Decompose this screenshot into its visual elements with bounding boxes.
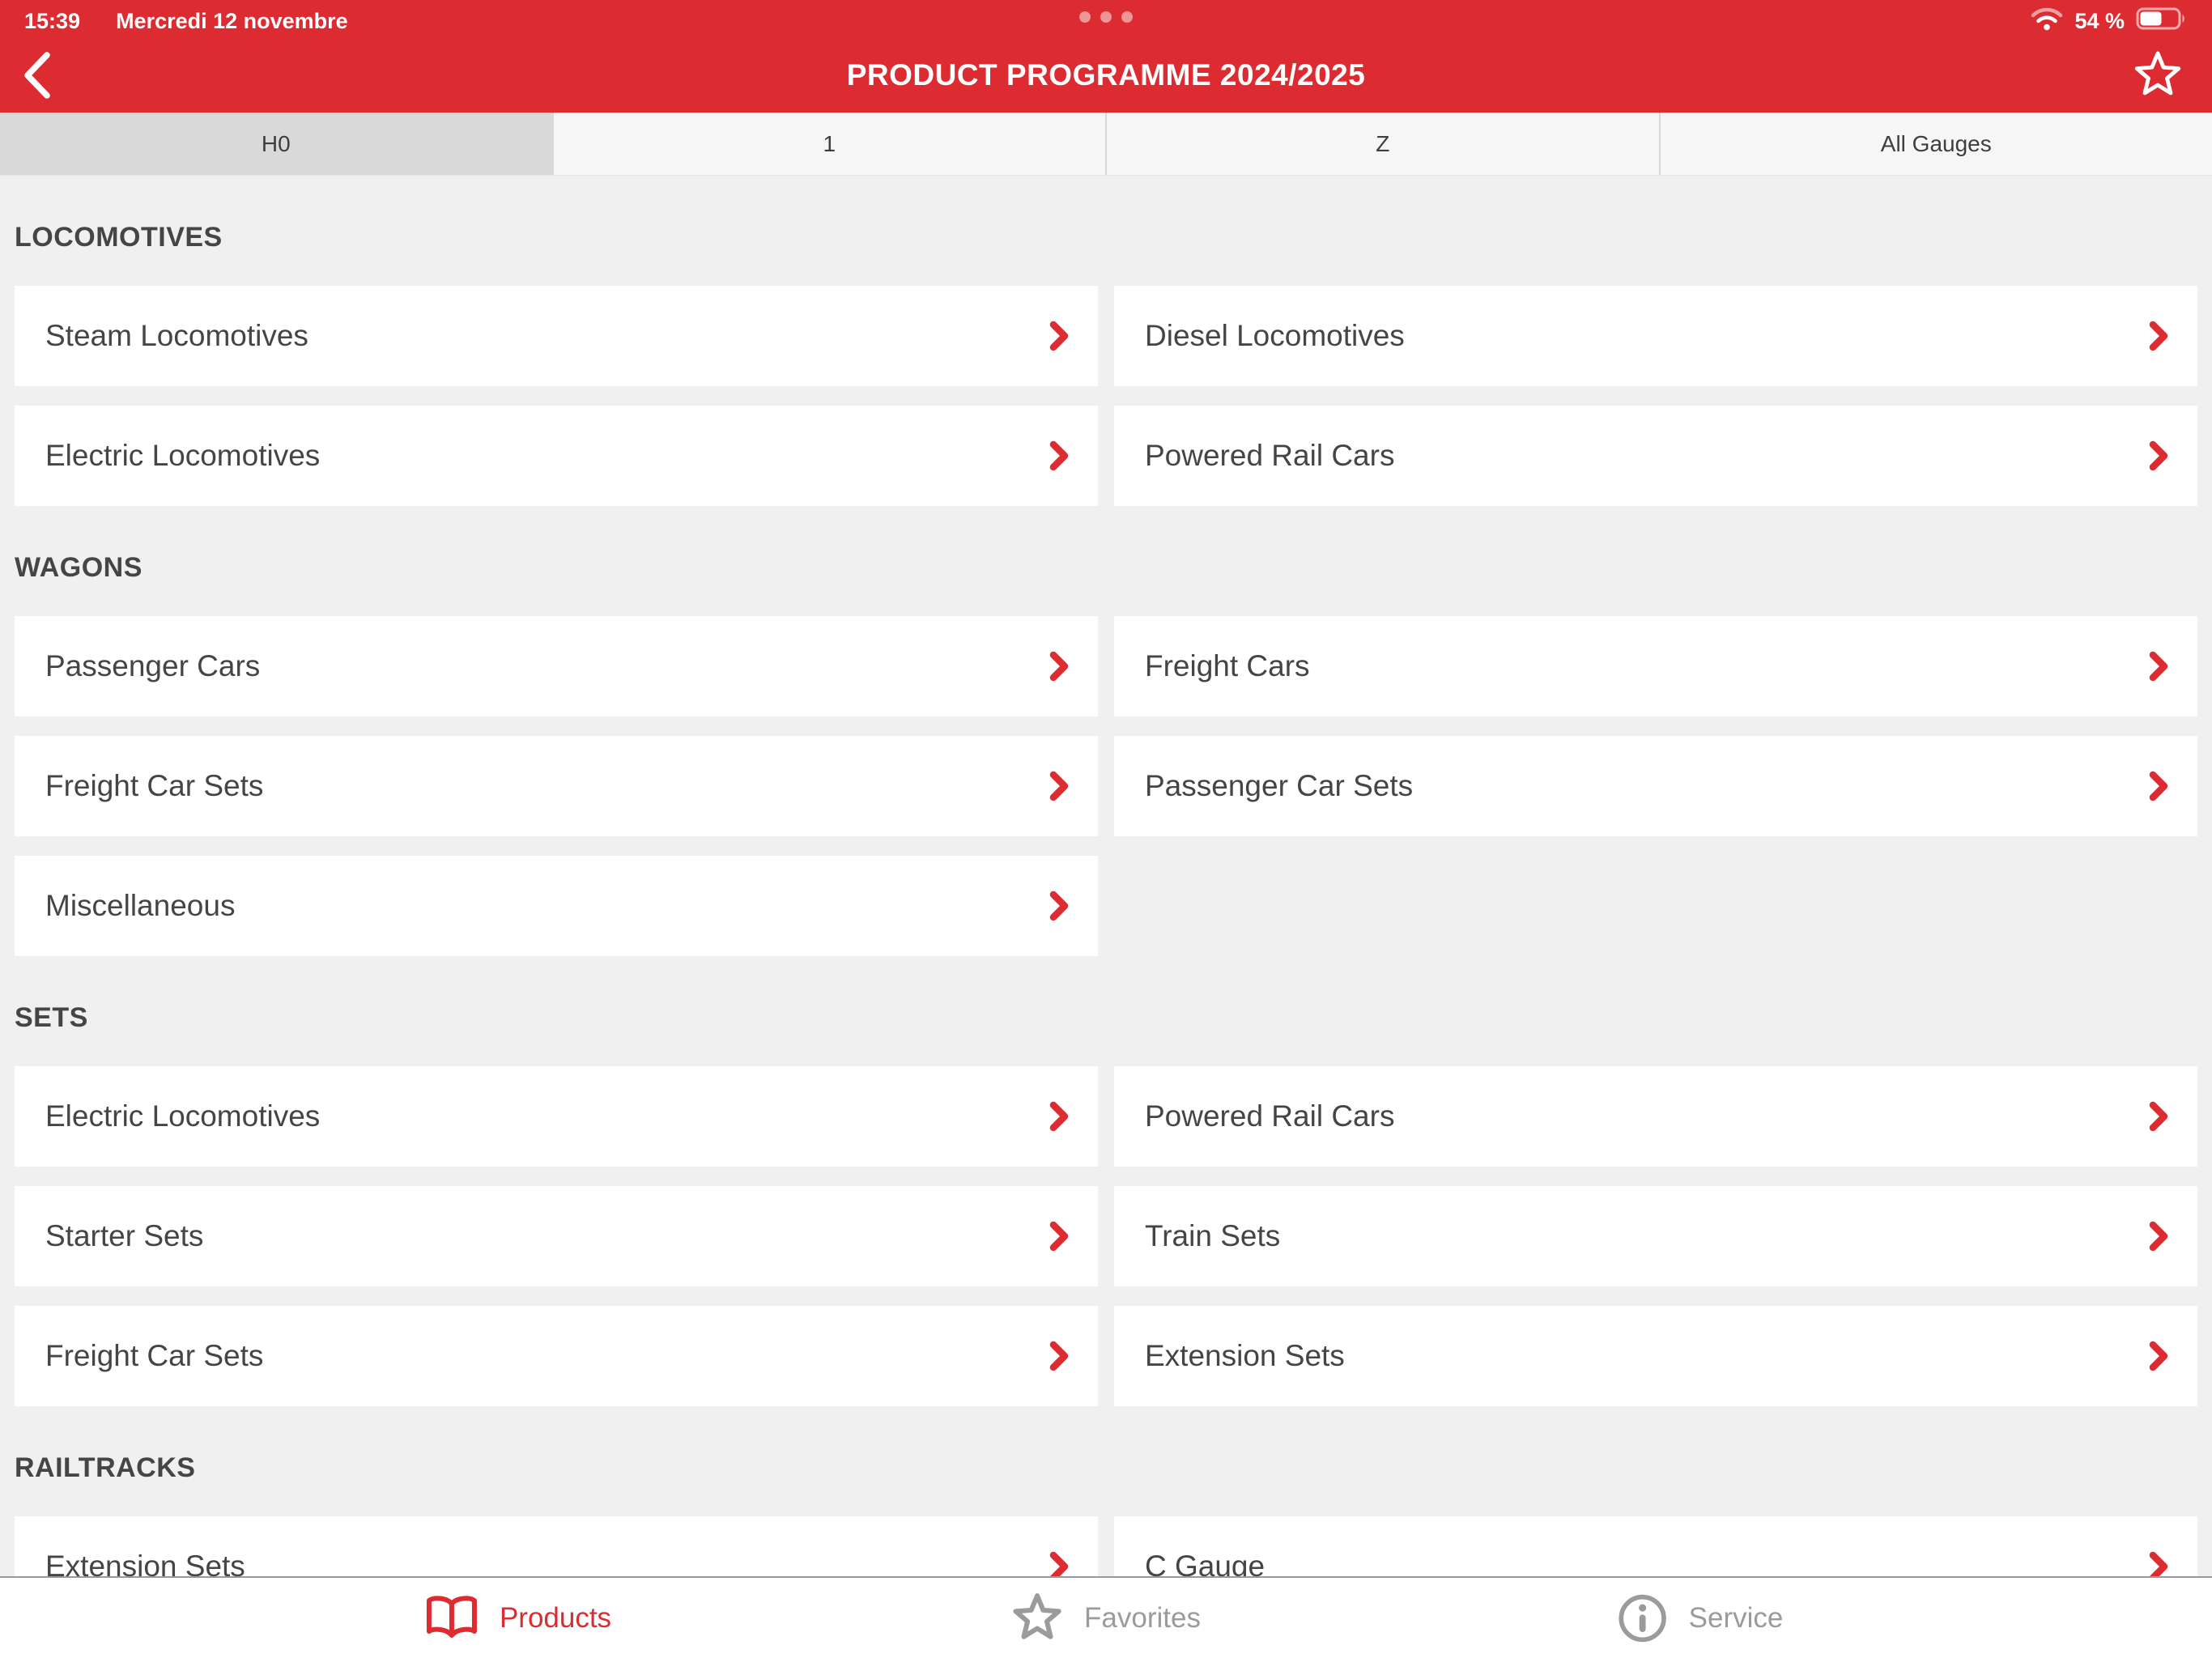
row-label: Extension Sets [1145,1339,1345,1373]
wifi-icon [2031,6,2063,37]
chevron-right-icon [2148,440,2170,472]
status-time: 15:39 [24,9,80,34]
chevron-right-icon [1049,890,1070,922]
section-title: LOCOMOTIVES [15,221,2197,253]
row-label: Train Sets [1145,1219,1280,1253]
row-label: Diesel Locomotives [1145,319,1405,353]
section-grid: Extension Sets C Gauge [15,1516,2197,1576]
tab-h0[interactable]: H0 [0,113,554,175]
section-grid: Electric Locomotives Powered Rail Cars S… [15,1066,2197,1406]
app-switcher-dots-icon [1079,11,1133,23]
tab-z[interactable]: Z [1107,113,1661,175]
bottom-nav-label: Favorites [1084,1602,1201,1635]
list-item[interactable]: Powered Rail Cars [1114,1066,2197,1167]
chevron-right-icon [1049,1340,1070,1372]
row-label: Steam Locomotives [45,319,308,353]
bottom-nav-bar: Products Favorites Service [0,1576,2212,1658]
section-title: RAILTRACKS [15,1452,2197,1484]
list-item[interactable]: Train Sets [1114,1186,2197,1286]
nav-bar: PRODUCT PROGRAMME 2024/2025 [0,38,2212,113]
battery-icon [2136,5,2188,38]
list-item[interactable]: Steam Locomotives [15,286,1098,386]
row-label: Powered Rail Cars [1145,1099,1394,1133]
star-icon [2133,50,2183,100]
row-label: Freight Cars [1145,649,1310,683]
chevron-right-icon [2148,320,2170,352]
chevron-right-icon [1049,1550,1070,1576]
row-label: Freight Car Sets [45,1339,263,1373]
list-item[interactable]: Freight Car Sets [15,1306,1098,1406]
list-item[interactable]: Passenger Car Sets [1114,736,2197,836]
star-icon [1011,1592,1063,1644]
list-item[interactable]: Electric Locomotives [15,1066,1098,1167]
battery-percent: 54 % [2074,9,2125,34]
list-item[interactable]: Diesel Locomotives [1114,286,2197,386]
row-label: Electric Locomotives [45,1099,320,1133]
chevron-right-icon [1049,440,1070,472]
chevron-right-icon [2148,1100,2170,1133]
list-item[interactable]: Starter Sets [15,1186,1098,1286]
bottom-nav-label: Service [1689,1602,1784,1635]
chevron-right-icon [2148,1220,2170,1252]
list-item[interactable]: Extension Sets [15,1516,1098,1576]
section-grid: Passenger Cars Freight Cars Freight Car … [15,616,2197,956]
page-title: PRODUCT PROGRAMME 2024/2025 [847,58,1366,92]
list-item[interactable]: Powered Rail Cars [1114,406,2197,506]
category-section: WAGONS Passenger Cars Freight Cars Freig… [15,551,2197,956]
list-item[interactable]: Passenger Cars [15,616,1098,716]
chevron-right-icon [1049,1220,1070,1252]
app-header: 15:39 Mercredi 12 novembre 54 % [0,0,2212,113]
gauge-tab-bar: H0 1 Z All Gauges [0,113,2212,176]
row-label: Freight Car Sets [45,769,263,803]
list-item[interactable]: Freight Cars [1114,616,2197,716]
list-item[interactable]: Miscellaneous [15,856,1098,956]
bottom-nav-service[interactable]: Service [1618,1578,1784,1658]
row-label: Starter Sets [45,1219,203,1253]
row-label: Passenger Cars [45,649,260,683]
chevron-right-icon [2148,650,2170,682]
chevron-right-icon [1049,770,1070,802]
chevron-left-icon [19,49,55,101]
bottom-nav-label: Products [500,1602,611,1635]
section-grid: Steam Locomotives Diesel Locomotives Ele… [15,286,2197,506]
row-label: C Gauge [1145,1550,1265,1576]
row-label: Miscellaneous [45,889,235,923]
chevron-right-icon [2148,770,2170,802]
tab-all-gauges[interactable]: All Gauges [1661,113,2212,175]
content: LOCOMOTIVES Steam Locomotives Diesel Loc… [0,176,2212,1576]
chevron-right-icon [1049,1100,1070,1133]
list-item[interactable]: C Gauge [1114,1516,2197,1576]
category-section: LOCOMOTIVES Steam Locomotives Diesel Loc… [15,221,2197,506]
bottom-nav-favorites[interactable]: Favorites [1011,1578,1201,1658]
chevron-right-icon [2148,1550,2170,1576]
list-item[interactable]: Freight Car Sets [15,736,1098,836]
section-title: SETS [15,1001,2197,1034]
row-label: Passenger Car Sets [1145,769,1413,803]
status-date: Mercredi 12 novembre [116,9,348,34]
row-label: Powered Rail Cars [1145,439,1394,473]
list-item[interactable]: Electric Locomotives [15,406,1098,506]
category-section: SETS Electric Locomotives Powered Rail C… [15,1001,2197,1406]
back-button[interactable] [19,47,68,104]
chevron-right-icon [1049,650,1070,682]
status-bar: 15:39 Mercredi 12 novembre 54 % [0,0,2212,38]
row-label: Extension Sets [45,1550,245,1576]
list-item[interactable]: Extension Sets [1114,1306,2197,1406]
row-label: Electric Locomotives [45,439,320,473]
chevron-right-icon [1049,320,1070,352]
bottom-nav-products[interactable]: Products [425,1578,611,1658]
info-icon [1618,1593,1668,1643]
category-section: RAILTRACKS Extension Sets C Gauge [15,1452,2197,1576]
favorite-star-button[interactable] [2129,47,2186,104]
tab-1[interactable]: 1 [554,113,1108,175]
section-title: WAGONS [15,551,2197,584]
chevron-right-icon [2148,1340,2170,1372]
book-icon [425,1594,479,1643]
